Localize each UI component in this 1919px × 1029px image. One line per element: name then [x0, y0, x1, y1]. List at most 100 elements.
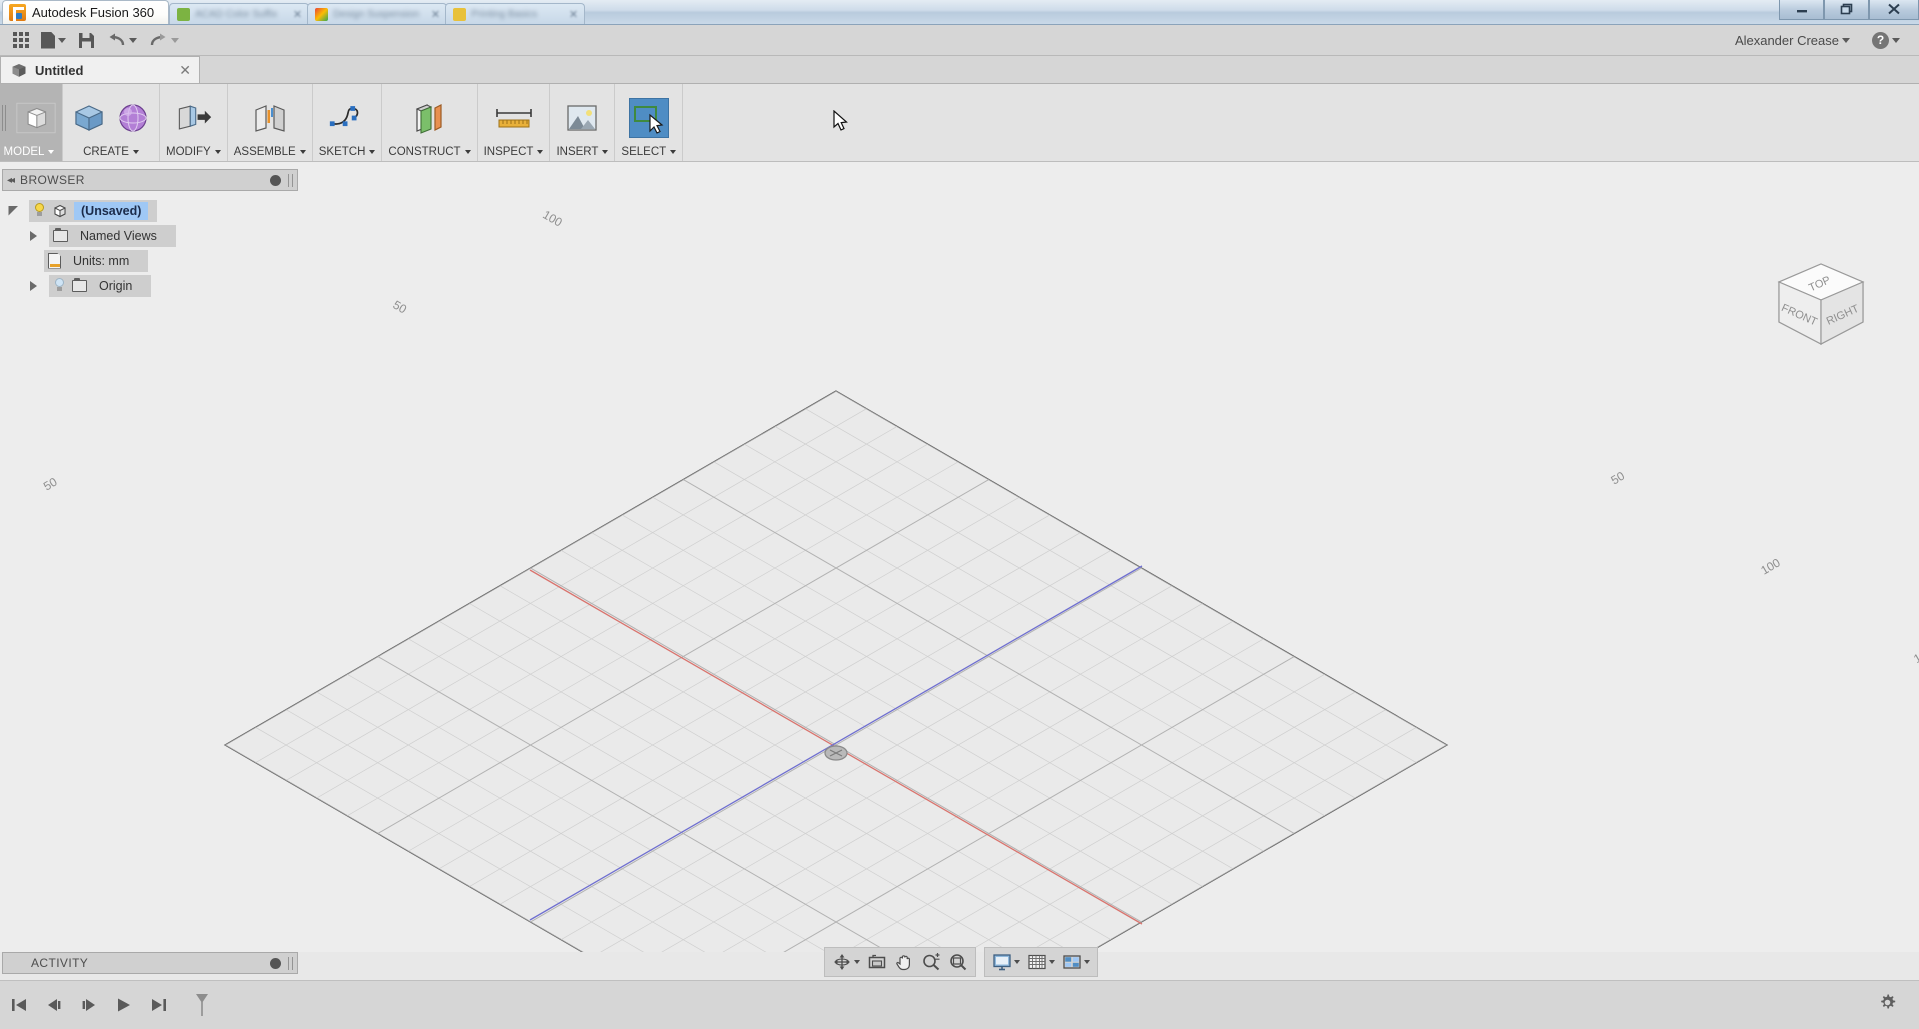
- play-button[interactable]: [113, 994, 135, 1016]
- activity-panel-header[interactable]: ACTIVITY: [2, 952, 298, 974]
- browser-panel-header[interactable]: ◂◂ BROWSER: [2, 169, 298, 191]
- lightbulb-on-icon[interactable]: [33, 203, 46, 219]
- user-account-menu[interactable]: Alexander Crease: [1730, 28, 1855, 53]
- ribbon-group-assemble[interactable]: ASSEMBLE: [228, 84, 313, 161]
- expander-toggle[interactable]: [22, 281, 44, 291]
- ribbon-group-insert[interactable]: INSERT: [550, 84, 615, 161]
- redo-button[interactable]: [144, 28, 184, 53]
- new-file-button[interactable]: [36, 28, 71, 53]
- fit-button[interactable]: [945, 949, 971, 975]
- chevron-down-icon[interactable]: [369, 150, 375, 154]
- viewport-layout-icon: [1062, 953, 1082, 972]
- chevron-down-icon[interactable]: [1084, 960, 1090, 964]
- chevron-down-icon[interactable]: [48, 150, 54, 154]
- favicon-icon: [315, 8, 328, 21]
- node-icons-group[interactable]: (Unsaved): [29, 200, 157, 222]
- expander-toggle[interactable]: [2, 204, 24, 217]
- ribbon-grip-handle[interactable]: [2, 105, 6, 131]
- close-icon[interactable]: ✕: [293, 8, 302, 21]
- sphere-icon[interactable]: [113, 98, 153, 138]
- user-name-label: Alexander Crease: [1735, 33, 1839, 48]
- close-icon[interactable]: ✕: [569, 8, 578, 21]
- application-window-tab[interactable]: Autodesk Fusion 360: [2, 0, 169, 24]
- chevron-down-icon[interactable]: [465, 150, 471, 154]
- minimize-dot-icon[interactable]: [270, 958, 281, 969]
- chevron-down-icon[interactable]: [854, 960, 860, 964]
- collapse-left-icon[interactable]: ◂◂: [7, 175, 13, 186]
- chevron-down-icon[interactable]: [133, 150, 139, 154]
- browser-tab[interactable]: Printing Basics ✕: [445, 3, 585, 24]
- grid-snaps-button[interactable]: [1024, 949, 1058, 975]
- workspace-selector-model[interactable]: MODEL: [0, 84, 63, 161]
- node-icons-group[interactable]: Units: mm: [44, 250, 148, 272]
- ribbon-group-create[interactable]: CREATE: [63, 84, 160, 161]
- ribbon-group-select[interactable]: SELECT: [615, 84, 683, 161]
- settings-button[interactable]: [1878, 993, 1919, 1017]
- lightbulb-off-icon[interactable]: [53, 278, 66, 294]
- help-menu[interactable]: ?: [1867, 28, 1905, 53]
- ribbon-group-modify[interactable]: MODIFY: [160, 84, 228, 161]
- chevron-down-icon[interactable]: [1014, 960, 1020, 964]
- chevron-down-icon[interactable]: [670, 150, 676, 154]
- pan-button[interactable]: [891, 949, 917, 975]
- chevron-down-icon[interactable]: [300, 150, 306, 154]
- minimize-dot-icon[interactable]: [270, 175, 281, 186]
- save-button[interactable]: [73, 28, 100, 53]
- orbit-button[interactable]: [829, 949, 863, 975]
- spline-icon[interactable]: [327, 98, 367, 138]
- ribbon-group-label: SELECT: [621, 146, 676, 158]
- jump-to-beginning-button[interactable]: [8, 994, 30, 1016]
- viewports-button[interactable]: [1059, 949, 1093, 975]
- step-forward-button[interactable]: [78, 994, 100, 1016]
- chevron-down-icon[interactable]: [1842, 38, 1850, 43]
- grid-axis-label: 100: [540, 207, 565, 229]
- chevron-down-icon[interactable]: [58, 38, 66, 43]
- zoom-button[interactable]: [918, 949, 944, 975]
- browser-tab[interactable]: ACAD Color Suffix ✕: [169, 3, 309, 24]
- close-button[interactable]: [1869, 0, 1919, 20]
- chevron-down-icon[interactable]: [1049, 960, 1055, 964]
- ribbon-group-construct[interactable]: CONSTRUCT: [382, 84, 477, 161]
- panel-resize-grip[interactable]: [288, 957, 293, 970]
- document-tab-untitled[interactable]: Untitled ✕: [0, 56, 200, 83]
- ribbon-group-sketch[interactable]: SKETCH: [313, 84, 383, 161]
- chevron-down-icon[interactable]: [129, 38, 137, 43]
- step-back-button[interactable]: [43, 994, 65, 1016]
- measure-ruler-icon[interactable]: [491, 98, 537, 138]
- browser-node-unsaved[interactable]: (Unsaved): [2, 198, 298, 223]
- close-icon[interactable]: ✕: [179, 62, 191, 79]
- browser-node-origin[interactable]: Origin: [2, 273, 298, 298]
- jump-to-end-button[interactable]: [148, 994, 170, 1016]
- ribbon-group-inspect[interactable]: INSPECT: [478, 84, 551, 161]
- look-at-button[interactable]: [864, 949, 890, 975]
- browser-node-named-views[interactable]: Named Views: [2, 223, 298, 248]
- restore-button[interactable]: [1824, 0, 1869, 20]
- timeline-marker[interactable]: [191, 994, 213, 1016]
- grid-axis-label: 150: [1911, 644, 1919, 666]
- chevron-down-icon[interactable]: [171, 38, 179, 43]
- joint-icon[interactable]: [250, 98, 290, 138]
- app-grid-button[interactable]: [8, 28, 34, 53]
- box-icon[interactable]: [69, 98, 109, 138]
- plane-icon[interactable]: [409, 98, 449, 138]
- view-cube[interactable]: TOP FRONT RIGHT: [1765, 256, 1877, 352]
- browser-node-units[interactable]: Units: mm: [2, 248, 298, 273]
- undo-button[interactable]: [102, 28, 142, 53]
- expander-toggle[interactable]: [22, 231, 44, 241]
- press-pull-icon[interactable]: [173, 98, 213, 138]
- node-icons-group[interactable]: Named Views: [49, 225, 176, 247]
- node-icons-group[interactable]: Origin: [49, 275, 151, 297]
- panel-resize-grip[interactable]: [288, 174, 293, 187]
- insert-image-icon[interactable]: [562, 98, 602, 138]
- chevron-down-icon[interactable]: [602, 150, 608, 154]
- close-icon[interactable]: ✕: [431, 8, 440, 21]
- minimize-button[interactable]: [1779, 0, 1824, 20]
- chevron-down-icon[interactable]: [537, 150, 543, 154]
- browser-node-label: (Unsaved): [74, 202, 148, 220]
- select-window-icon[interactable]: [629, 98, 669, 138]
- browser-tab[interactable]: Design Suspension ✕: [307, 3, 447, 24]
- display-settings-button[interactable]: [989, 949, 1023, 975]
- chevron-down-icon[interactable]: [1892, 38, 1900, 43]
- chevron-down-icon[interactable]: [215, 150, 221, 154]
- navigation-bar: [824, 947, 1098, 977]
